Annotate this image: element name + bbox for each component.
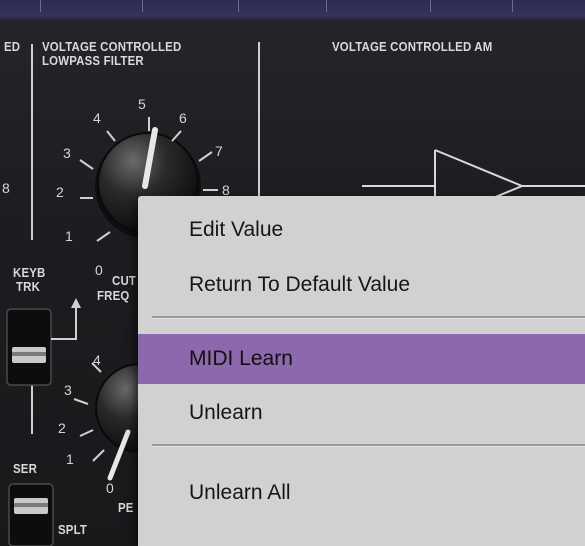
menu-item-unlearn-all[interactable]: Unlearn All (138, 468, 585, 518)
knob2-scale-2: 2 (58, 420, 66, 436)
menu-item-return-to-default[interactable]: Return To Default Value (138, 260, 585, 310)
menu-separator (152, 444, 585, 447)
knob-scale-0: 0 (95, 262, 103, 278)
menu-item-unlearn[interactable]: Unlearn (138, 388, 585, 438)
knob2-scale-1: 1 (66, 451, 74, 467)
routing-arrow (51, 298, 81, 340)
synth-panel: ED VOLTAGE CONTROLLED LOWPASS FILTER VOL… (0, 0, 585, 546)
knob-scale-3: 3 (63, 145, 71, 161)
knob-scale-7: 7 (215, 143, 223, 159)
knob-scale-4: 4 (93, 110, 101, 126)
menu-separator (152, 316, 585, 319)
menu-item-midi-learn[interactable]: MIDI Learn (138, 334, 585, 384)
menu-item-edit-value[interactable]: Edit Value (138, 205, 585, 255)
context-menu: Edit Value Return To Default Value MIDI … (138, 196, 585, 546)
knob2-scale-0: 0 (106, 480, 114, 496)
ser-splt-switch[interactable] (8, 483, 54, 546)
knob-scale-2: 2 (56, 184, 64, 200)
knob2-scale-4: 4 (93, 352, 101, 368)
knob-scale-6: 6 (179, 110, 187, 126)
knob-scale-5: 5 (138, 96, 146, 112)
knob-scale-1: 1 (65, 228, 73, 244)
knob2-scale-3: 3 (64, 382, 72, 398)
keyb-trk-switch[interactable] (6, 308, 52, 386)
